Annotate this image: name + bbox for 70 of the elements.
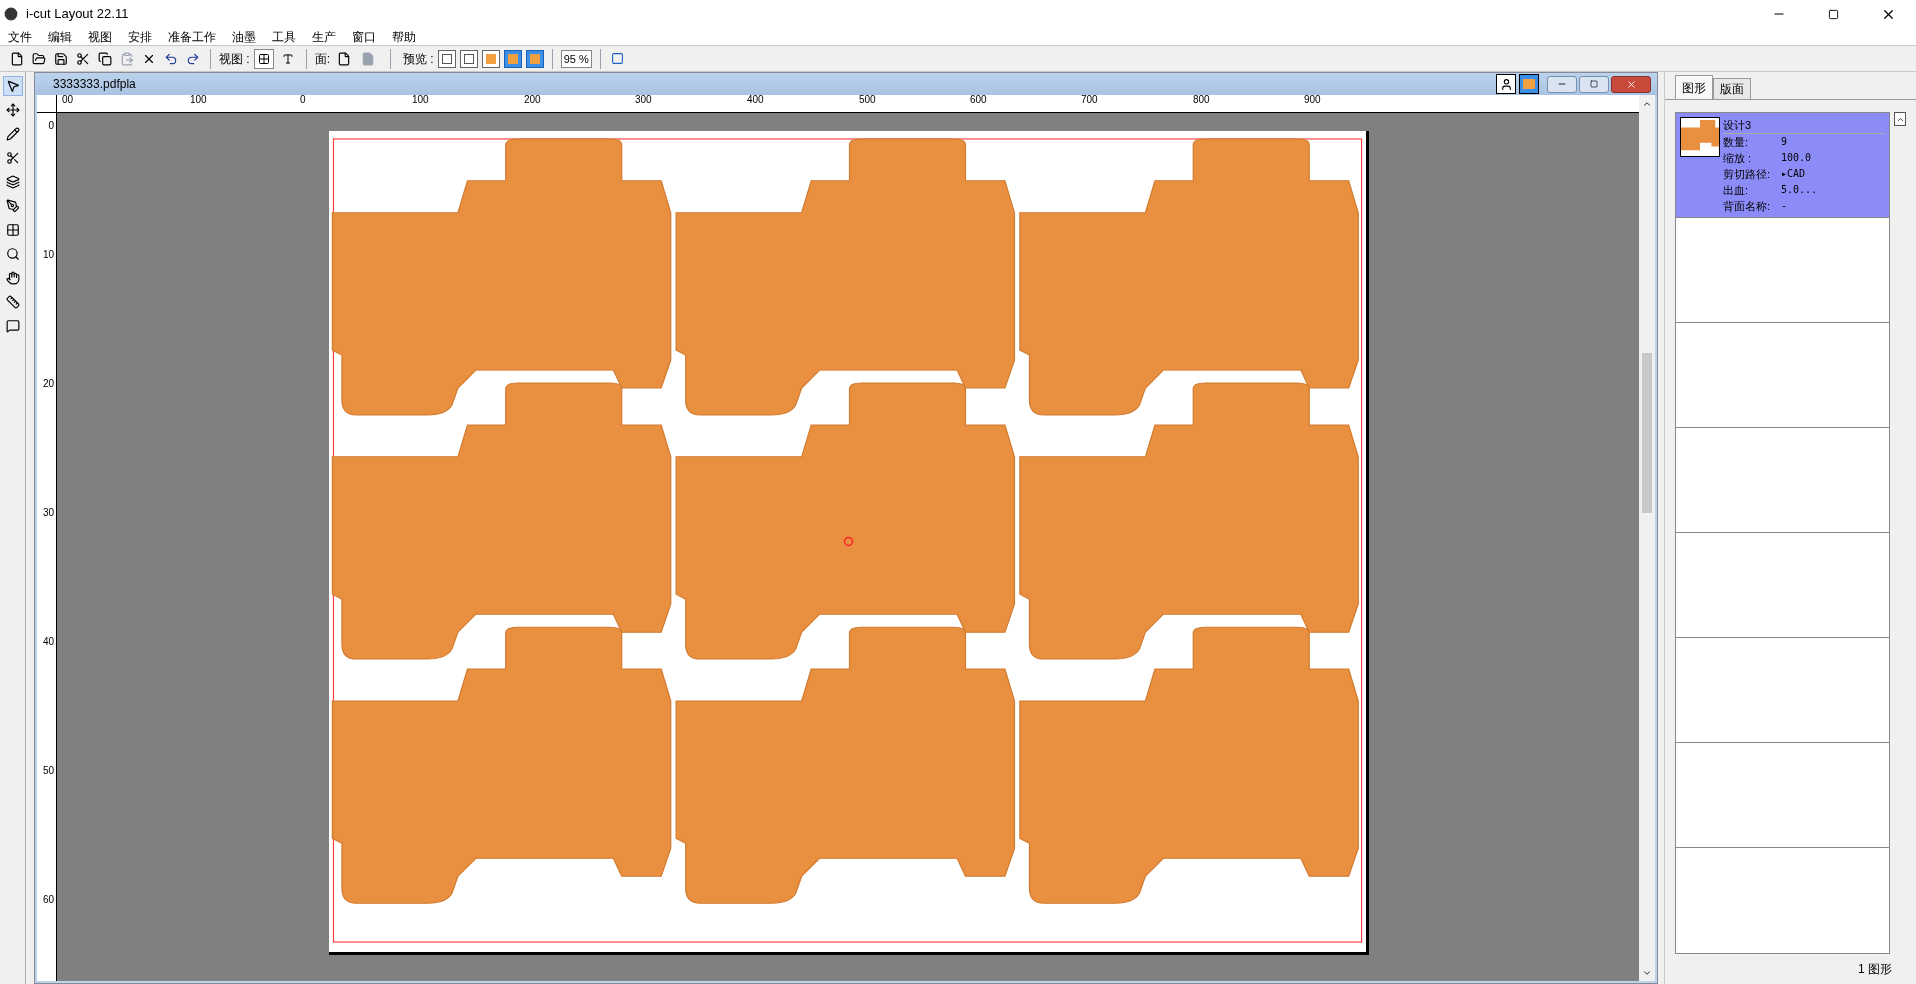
minimize-button[interactable]: [1547, 75, 1577, 93]
field-label: 缩放 :: [1723, 151, 1753, 166]
field-label: 背面名称:: [1723, 199, 1772, 214]
restore-icon[interactable]: [1828, 8, 1839, 20]
preview-label: 预览 :: [403, 50, 434, 68]
ruler-label: 30: [42, 508, 55, 518]
field-label: 出血:: [1723, 183, 1750, 198]
ruler-label: 20: [42, 379, 55, 389]
status-text: 1 图形: [1858, 961, 1892, 978]
menu-item[interactable]: 文件: [0, 27, 40, 46]
close-icon: [1625, 78, 1637, 90]
menu-item[interactable]: 窗口: [344, 27, 384, 46]
preview-mode-button[interactable]: [525, 49, 544, 68]
ruler-label: 800: [1193, 95, 1210, 105]
design-thumbnail: [1680, 117, 1720, 157]
restore-icon: [1590, 80, 1598, 88]
preview-mode-button[interactable]: [437, 49, 456, 68]
menu-item[interactable]: 生产: [304, 27, 344, 46]
ruler-label: 500: [859, 95, 876, 105]
grid-view-button[interactable]: [253, 48, 274, 69]
ruler-label: 00: [62, 95, 74, 105]
ruler-label: 10: [42, 250, 55, 260]
panel-tab[interactable]: 图形: [1675, 75, 1713, 99]
ruler-label: 0: [300, 95, 306, 105]
ruler-label: 200: [524, 95, 541, 105]
window-title: i-cut Layout 22.11: [26, 5, 129, 24]
field-value: ▸CAD: [1781, 167, 1806, 181]
ruler-label: 100: [190, 95, 207, 105]
field-value: 100.0: [1781, 151, 1812, 165]
view-label: 视图 :: [219, 50, 250, 68]
scrollbar-thumb[interactable]: [1642, 353, 1652, 513]
menu-item[interactable]: 工具: [264, 27, 304, 46]
arrow-tool-icon[interactable]: [2, 76, 23, 96]
close-button[interactable]: [1611, 75, 1651, 93]
field-label: 剪切路径:: [1723, 167, 1772, 182]
menu-item[interactable]: 安排: [120, 27, 160, 46]
ruler-label: 900: [1304, 95, 1321, 105]
field-value: 9: [1781, 135, 1788, 149]
menu-item[interactable]: 油墨: [224, 27, 264, 46]
menu-item[interactable]: 编辑: [40, 27, 80, 46]
preview-mode-button[interactable]: [503, 49, 522, 68]
ruler-label: 700: [1081, 95, 1098, 105]
field-value: 5.0...: [1781, 183, 1818, 197]
ruler-label: 300: [635, 95, 652, 105]
menu-item[interactable]: 帮助: [384, 27, 424, 46]
restore-button[interactable]: [1579, 75, 1609, 93]
ruler-label: 50: [42, 766, 55, 776]
person-icon[interactable]: [1496, 74, 1516, 94]
ruler-label: 40: [42, 637, 55, 647]
field-label: 数量:: [1723, 135, 1750, 150]
preview-mode-button[interactable]: [459, 49, 478, 68]
ruler-label: 400: [747, 95, 764, 105]
design-card[interactable]: 设计3 数量: 9 缩放 : 100.0 剪切路径: ▸CAD 出血: 5.0... 背面名称: -: [1676, 113, 1889, 218]
ruler-label: 600: [970, 95, 987, 105]
ruler-label: 100: [412, 95, 429, 105]
menu-item[interactable]: 视图: [80, 27, 120, 46]
letter-icon: [281, 52, 294, 65]
preview-mode-button[interactable]: [481, 49, 500, 68]
panel-tab[interactable]: 版面: [1713, 78, 1751, 99]
field-value: -: [1781, 199, 1788, 213]
zoom-field[interactable]: 95 %: [560, 49, 592, 68]
document-title: 3333333.pdfpla: [53, 76, 136, 93]
app-logo-icon: [4, 7, 18, 21]
move-up-icon[interactable]: [1894, 112, 1906, 126]
grid-icon: [257, 52, 270, 65]
ruler-label: 0: [48, 121, 55, 131]
side-label: 面:: [314, 50, 330, 68]
design-name: 设计3: [1723, 117, 1885, 134]
ruler-label: 60: [42, 895, 55, 905]
menu-item[interactable]: 准备工作: [160, 27, 224, 46]
